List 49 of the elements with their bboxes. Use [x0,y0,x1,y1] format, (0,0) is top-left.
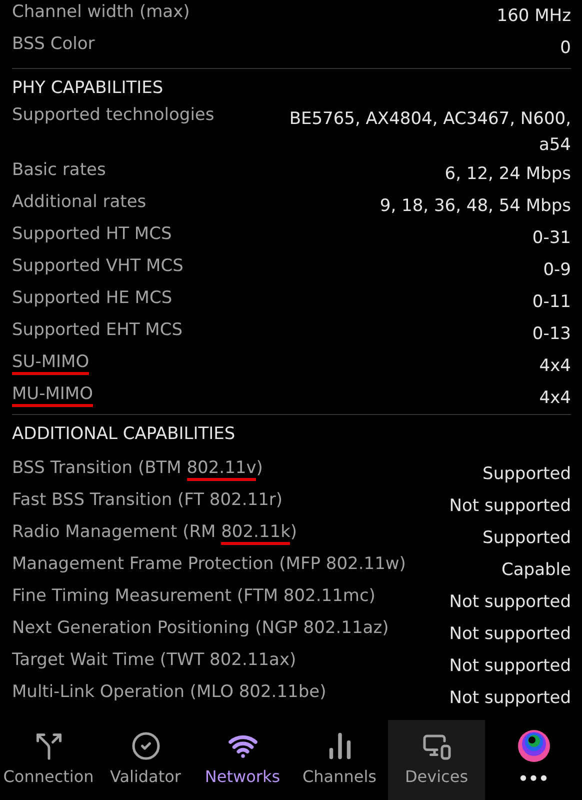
row-label: SU-MIMO [12,350,90,376]
row-value: Not supported [448,590,571,614]
row-value: 0-31 [532,227,571,250]
section-title: PHY CAPABILITIES [12,77,164,100]
row-label: BSS Color [12,33,95,56]
row-value: 160 MHz [496,5,571,28]
row-value: Not supported [448,654,571,678]
row-value: Not supported [448,494,571,518]
row-label: BSS Transition (BTM 802.11v) [12,456,263,481]
row-value: 0-11 [532,291,571,314]
row-label: Fine Timing Measurement (FTM 802.11mc) [12,584,376,608]
nav-tab[interactable]: Channels [291,720,388,800]
row-value: Supported [482,462,571,486]
row-label: Supported HT MCS [12,223,172,246]
nav-tab[interactable]: ••• [485,720,582,800]
split-arrow-icon [34,731,64,761]
row-label: Fast BSS Transition (FT 802.11r) [12,488,283,512]
row-value: 4x4 [539,387,571,410]
row-value: Not supported [448,622,571,646]
nav-tab[interactable]: Connection [0,720,97,800]
row-label: Supported technologies [12,104,214,127]
row-label: Target Wait Time (TWT 802.11ax) [12,648,296,672]
row-value: BE5765, AX4804, AC3467, N600, a54 [288,108,571,156]
row-value: 9, 18, 36, 48, 54 Mbps [380,195,571,218]
row-value: 0-9 [543,259,571,282]
row-label: Radio Management (RM 802.11k) [12,520,298,545]
row-value: 4x4 [539,355,571,378]
row-label: Supported HE MCS [12,287,172,310]
row-value: 0-13 [532,323,571,346]
row-label: Supported VHT MCS [12,255,184,278]
row-value: Supported [482,526,571,550]
row-label: Next Generation Positioning (NGP 802.11az) [12,616,389,640]
row-label: Additional rates [12,191,146,214]
nav-tab[interactable]: Validator [97,720,194,800]
row-value: 0 [560,37,571,60]
row-value: Not supported [448,686,571,710]
row-value: 6, 12, 24 Mbps [444,163,571,186]
row-label: Management Frame Protection (MFP 802.11w) [12,552,406,576]
nav-tab[interactable]: Devices [388,720,485,800]
row-label: Basic rates [12,159,106,182]
logo-icon [516,729,550,763]
row-label: Channel width (max) [12,1,190,24]
row-value: Capable [500,558,571,582]
nav-tab[interactable]: Networks [194,720,291,800]
row-label: Supported EHT MCS [12,319,182,342]
check-circle-icon [130,731,160,761]
row-label: Multi-Link Operation (MLO 802.11be) [12,680,326,704]
section-title: ADDITIONAL CAPABILITIES [12,423,236,446]
row-label: MU-MIMO [12,382,93,408]
